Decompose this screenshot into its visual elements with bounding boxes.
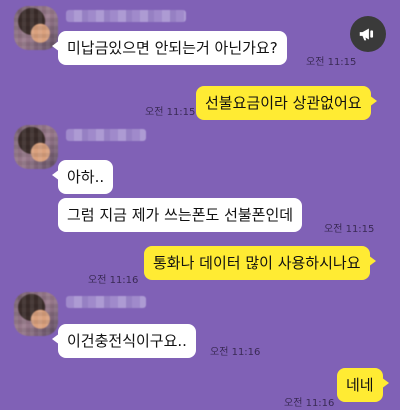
message-text: 미납금있으면 안되는거 아닌가요? [67,39,278,57]
message-bubble-incoming[interactable]: 아하.. [51,160,114,194]
message-time: 오전 11:15 [324,224,375,235]
message-text: 선불요금이라 상관없어요 [205,94,362,112]
message-time: 오전 11:15 [306,57,357,68]
message-bubble-outgoing[interactable]: 네네 [337,368,389,402]
message-text: 통화나 데이터 많이 사용하시나요 [153,254,361,272]
message-text: 아하.. [67,168,105,186]
message-text: 그럼 지금 제가 쓰는폰도 선불폰인데 [67,206,294,224]
message-bubble-incoming[interactable]: 그럼 지금 제가 쓰는폰도 선불폰인데 [58,198,303,232]
megaphone-icon [359,28,374,41]
message-bubble-incoming[interactable]: 미납금있으면 안되는거 아닌가요? [52,31,287,65]
message-time: 오전 11:16 [210,347,261,358]
message-time: 오전 11:15 [145,107,196,118]
message-time: 오전 11:16 [284,398,335,409]
message-text: 이건충전식이구요.. [67,332,187,350]
avatar[interactable] [14,125,58,169]
message-bubble-outgoing[interactable]: 선불요금이라 상관없어요 [196,86,377,120]
sender-name-redacted [66,296,146,308]
message-bubble-outgoing[interactable]: 통화나 데이터 많이 사용하시나요 [144,246,376,280]
message-text: 네네 [346,376,374,394]
avatar[interactable] [14,292,58,336]
sender-name-redacted [66,129,146,141]
sender-name-redacted [66,10,186,22]
megaphone-button[interactable] [350,16,386,52]
message-bubble-incoming[interactable]: 이건충전식이구요.. [52,324,196,358]
message-time: 오전 11:16 [88,275,139,286]
